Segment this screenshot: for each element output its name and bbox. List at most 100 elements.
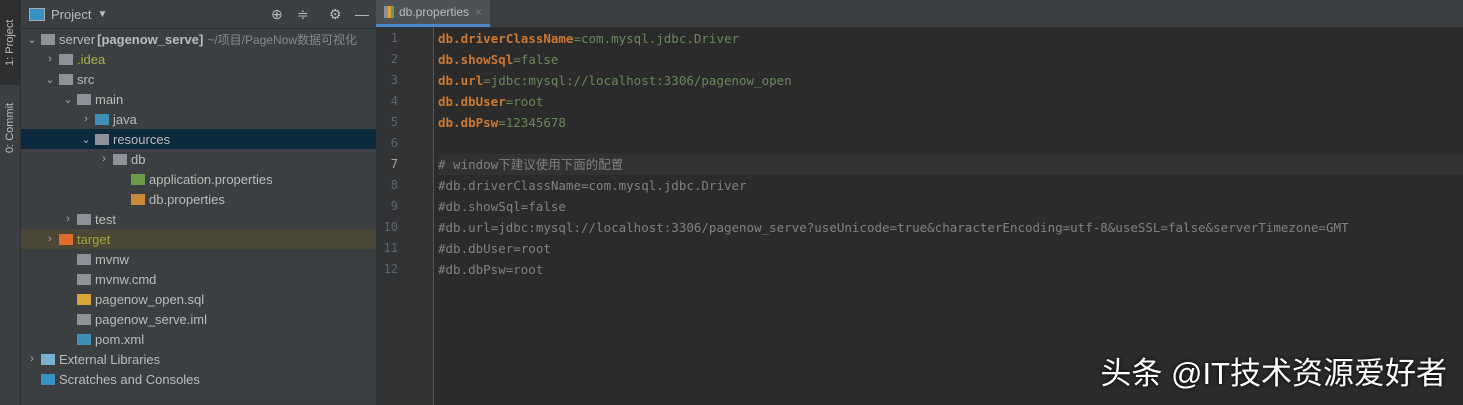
resources-folder-icon bbox=[95, 133, 109, 145]
tree-item-label: mvnw bbox=[95, 251, 129, 267]
iml-icon bbox=[77, 313, 91, 325]
tree-item-label: src bbox=[77, 71, 95, 87]
tree-item[interactable]: › External Libraries bbox=[21, 349, 376, 369]
module-icon bbox=[41, 33, 55, 45]
expand-arrow-icon[interactable]: ⌄ bbox=[61, 93, 75, 106]
tree-item-label: resources bbox=[113, 131, 171, 147]
module-path: ~/项目/PageNow数据可视化 bbox=[207, 32, 358, 47]
expand-arrow-icon[interactable]: › bbox=[79, 113, 93, 125]
tree-item[interactable]: ⌄ resources bbox=[21, 129, 376, 149]
spring-icon bbox=[131, 173, 145, 185]
expand-arrow-icon[interactable]: › bbox=[43, 233, 57, 245]
folder-icon bbox=[77, 93, 91, 105]
property-key: db.url bbox=[438, 73, 484, 88]
line-number: 3 bbox=[390, 73, 398, 87]
comment: #db.showSql=false bbox=[438, 199, 566, 214]
expand-arrow-icon[interactable]: ⌄ bbox=[25, 33, 39, 46]
tree-item[interactable]: › db bbox=[21, 149, 376, 169]
tree-item-label: mvnw.cmd bbox=[95, 271, 157, 287]
tree-item-label: test bbox=[95, 211, 116, 227]
locate-icon[interactable]: ⊕ bbox=[271, 6, 283, 23]
tree-item[interactable]: pagenow_serve.iml bbox=[21, 309, 376, 329]
code-line: #db.url=jdbc:mysql://localhost:3306/page… bbox=[438, 217, 1463, 238]
commit-tool-tab[interactable]: 0: Commit bbox=[0, 88, 20, 168]
code-line: #db.dbPsw=root bbox=[438, 259, 1463, 280]
editor-tabbar: db.properties × bbox=[376, 0, 1463, 28]
property-key: db.showSql bbox=[438, 52, 514, 67]
line-gutter: 1 2 3 4 5 6 7 8 9 10 11 12 bbox=[376, 28, 434, 405]
tab-label: db.properties bbox=[399, 5, 470, 19]
tree-item-label: server bbox=[59, 31, 96, 47]
equals-sign: = bbox=[513, 52, 521, 67]
tree-item-label: target bbox=[77, 231, 111, 247]
watermark: 头条 @IT技术资源爱好者 bbox=[1100, 356, 1447, 391]
tree-item[interactable]: ⌄ server [pagenow_serve] ~/项目/PageNow数据可视化 bbox=[21, 29, 376, 49]
tree-item[interactable]: pagenow_open.sql bbox=[21, 289, 376, 309]
properties-file-icon bbox=[384, 6, 394, 18]
property-key: db.driverClassName bbox=[438, 31, 574, 46]
project-tool-tab[interactable]: 1: Project bbox=[0, 0, 20, 85]
minimize-icon[interactable]: — bbox=[355, 6, 369, 22]
maven-icon bbox=[77, 333, 91, 345]
expand-arrow-icon[interactable]: › bbox=[61, 213, 75, 225]
libraries-icon bbox=[41, 353, 55, 365]
tree-item[interactable]: pom.xml bbox=[21, 329, 376, 349]
tree-item[interactable]: › java bbox=[21, 109, 376, 129]
equals-sign: = bbox=[573, 31, 581, 46]
code-line: db.dbPsw=12345678 bbox=[438, 112, 1463, 133]
collapse-all-icon[interactable]: ≑ bbox=[297, 6, 309, 23]
tree-item-label: application.properties bbox=[149, 171, 273, 187]
project-view-dropdown[interactable]: Project bbox=[51, 7, 91, 22]
expand-arrow-icon[interactable]: ⌄ bbox=[79, 133, 93, 146]
tree-item-label: External Libraries bbox=[59, 351, 161, 367]
close-icon[interactable]: × bbox=[475, 5, 482, 19]
expand-arrow-icon[interactable]: › bbox=[97, 153, 111, 165]
comment: #db.url=jdbc:mysql://localhost:3306/page… bbox=[438, 220, 1349, 235]
tab-db-properties[interactable]: db.properties × bbox=[376, 0, 491, 27]
tree-item-label: java bbox=[113, 111, 137, 127]
excluded-folder-icon bbox=[59, 233, 73, 245]
comment: #db.driverClassName=com.mysql.jdbc.Drive… bbox=[438, 178, 747, 193]
comment: #db.dbPsw=root bbox=[438, 262, 544, 277]
tree-item[interactable]: › test bbox=[21, 209, 376, 229]
scratches-icon bbox=[41, 373, 55, 385]
gear-icon[interactable]: ⚙ bbox=[329, 6, 342, 23]
tree-item[interactable]: db.properties bbox=[21, 189, 376, 209]
project-panel-header: Project ▼ ⊕ ≑ ⚙ — bbox=[21, 0, 376, 29]
tree-item[interactable]: › .idea bbox=[21, 49, 376, 69]
tree-item-label: db.properties bbox=[149, 191, 225, 207]
tree-item[interactable]: ⌄ main bbox=[21, 89, 376, 109]
expand-arrow-icon[interactable]: › bbox=[43, 53, 57, 65]
project-panel: Project ▼ ⊕ ≑ ⚙ — ⌄ server [pagenow_serve]… bbox=[21, 0, 376, 405]
tree-item[interactable]: ⌄ src bbox=[21, 69, 376, 89]
property-value: com.mysql.jdbc.Driver bbox=[581, 31, 740, 46]
tree-item[interactable]: application.properties bbox=[21, 169, 376, 189]
tree-item[interactable]: › target bbox=[21, 229, 376, 249]
tree-item[interactable]: Scratches and Consoles bbox=[21, 369, 376, 389]
text-icon bbox=[77, 273, 91, 285]
line-number: 9 bbox=[390, 199, 398, 213]
tree-item[interactable]: mvnw bbox=[21, 249, 376, 269]
line-number: 6 bbox=[390, 136, 398, 150]
folder-icon bbox=[59, 53, 73, 65]
equals-sign: = bbox=[483, 73, 491, 88]
line-number: 7 bbox=[390, 157, 398, 171]
comment: # window下建议使用下面的配置 bbox=[438, 157, 624, 172]
folder-icon bbox=[113, 153, 127, 165]
expand-arrow-icon[interactable]: ⌄ bbox=[43, 73, 57, 86]
code-line: db.url=jdbc:mysql://localhost:3306/pagen… bbox=[438, 70, 1463, 91]
tree-item-label: pagenow_serve.iml bbox=[95, 311, 208, 327]
code-line: #db.dbUser=root bbox=[438, 238, 1463, 259]
chevron-down-icon[interactable]: ▼ bbox=[97, 9, 107, 20]
tool-window-strip: 1: Project 0: Commit bbox=[0, 0, 21, 405]
line-number: 8 bbox=[390, 178, 398, 192]
property-key: db.dbUser bbox=[438, 94, 506, 109]
tree-item[interactable]: mvnw.cmd bbox=[21, 269, 376, 289]
comment: #db.dbUser=root bbox=[438, 241, 551, 256]
tree-item-label: .idea bbox=[77, 51, 106, 67]
code-line: db.showSql=false bbox=[438, 49, 1463, 70]
editor: db.properties × 1 2 3 4 5 6 7 8 9 10 11 12 db.drive… bbox=[376, 0, 1463, 405]
line-number: 1 bbox=[390, 31, 398, 45]
expand-arrow-icon[interactable]: › bbox=[25, 353, 39, 365]
